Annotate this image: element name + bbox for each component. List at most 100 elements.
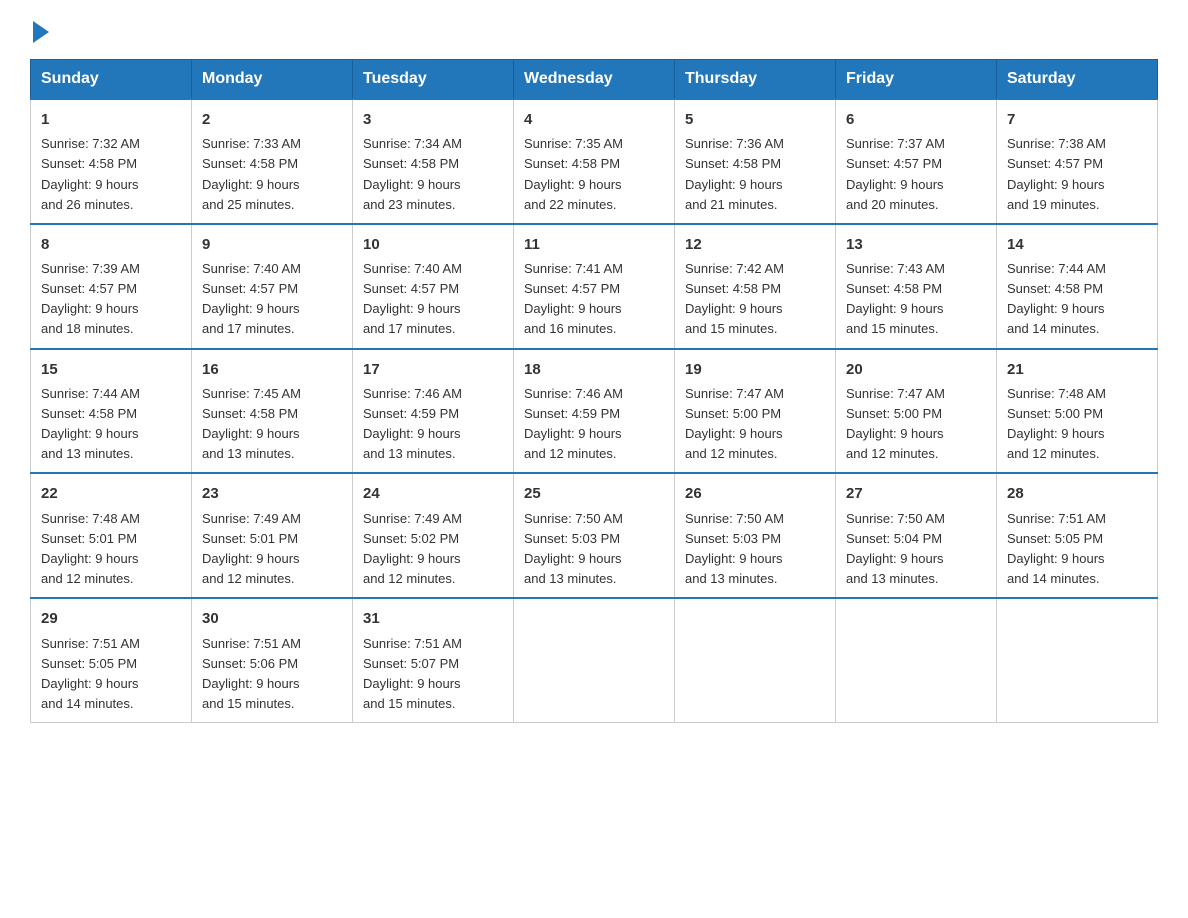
day-info: Sunrise: 7:51 AMSunset: 5:05 PMDaylight:… <box>41 636 140 711</box>
calendar-cell: 16 Sunrise: 7:45 AMSunset: 4:58 PMDayligh… <box>192 349 353 474</box>
calendar-week-row: 8Sunrise: 7:39 AMSunset: 4:57 PMDaylight… <box>31 224 1158 349</box>
header-thursday: Thursday <box>675 60 836 100</box>
day-info: Sunrise: 7:51 AMSunset: 5:05 PMDaylight:… <box>1007 511 1106 586</box>
calendar-cell: 30 Sunrise: 7:51 AMSunset: 5:06 PMDayligh… <box>192 598 353 722</box>
day-info: Sunrise: 7:33 AMSunset: 4:58 PMDaylight:… <box>202 136 301 211</box>
day-info: Sunrise: 7:40 AMSunset: 4:57 PMDaylight:… <box>363 261 462 336</box>
day-info: Sunrise: 7:38 AMSunset: 4:57 PMDaylight:… <box>1007 136 1106 211</box>
day-info: Sunrise: 7:42 AMSunset: 4:58 PMDaylight:… <box>685 261 784 336</box>
day-number: 13 <box>846 233 986 256</box>
day-info: Sunrise: 7:39 AMSunset: 4:57 PMDaylight:… <box>41 261 140 336</box>
day-number: 14 <box>1007 233 1147 256</box>
calendar-cell: 5 Sunrise: 7:36 AMSunset: 4:58 PMDaylight… <box>675 99 836 224</box>
day-info: Sunrise: 7:41 AMSunset: 4:57 PMDaylight:… <box>524 261 623 336</box>
day-info: Sunrise: 7:50 AMSunset: 5:04 PMDaylight:… <box>846 511 945 586</box>
calendar-cell <box>997 598 1158 722</box>
day-info: Sunrise: 7:51 AMSunset: 5:06 PMDaylight:… <box>202 636 301 711</box>
calendar-cell: 17 Sunrise: 7:46 AMSunset: 4:59 PMDayligh… <box>353 349 514 474</box>
day-number: 6 <box>846 108 986 131</box>
calendar-cell: 4 Sunrise: 7:35 AMSunset: 4:58 PMDaylight… <box>514 99 675 224</box>
calendar-cell: 24 Sunrise: 7:49 AMSunset: 5:02 PMDayligh… <box>353 473 514 598</box>
calendar-cell <box>836 598 997 722</box>
day-number: 17 <box>363 358 503 381</box>
header-saturday: Saturday <box>997 60 1158 100</box>
day-number: 7 <box>1007 108 1147 131</box>
calendar-cell: 10 Sunrise: 7:40 AMSunset: 4:57 PMDayligh… <box>353 224 514 349</box>
day-number: 10 <box>363 233 503 256</box>
day-number: 31 <box>363 607 503 630</box>
day-info: Sunrise: 7:51 AMSunset: 5:07 PMDaylight:… <box>363 636 462 711</box>
header-wednesday: Wednesday <box>514 60 675 100</box>
day-number: 11 <box>524 233 664 256</box>
calendar-cell: 21 Sunrise: 7:48 AMSunset: 5:00 PMDayligh… <box>997 349 1158 474</box>
day-info: Sunrise: 7:47 AMSunset: 5:00 PMDaylight:… <box>685 386 784 461</box>
day-number: 1 <box>41 108 181 131</box>
day-info: Sunrise: 7:49 AMSunset: 5:02 PMDaylight:… <box>363 511 462 586</box>
day-info: Sunrise: 7:36 AMSunset: 4:58 PMDaylight:… <box>685 136 784 211</box>
calendar-cell: 7 Sunrise: 7:38 AMSunset: 4:57 PMDaylight… <box>997 99 1158 224</box>
header-tuesday: Tuesday <box>353 60 514 100</box>
calendar-cell: 9Sunrise: 7:40 AMSunset: 4:57 PMDaylight… <box>192 224 353 349</box>
day-number: 19 <box>685 358 825 381</box>
calendar-cell: 15 Sunrise: 7:44 AMSunset: 4:58 PMDayligh… <box>31 349 192 474</box>
day-info: Sunrise: 7:44 AMSunset: 4:58 PMDaylight:… <box>41 386 140 461</box>
day-info: Sunrise: 7:40 AMSunset: 4:57 PMDaylight:… <box>202 261 301 336</box>
calendar-table: SundayMondayTuesdayWednesdayThursdayFrid… <box>30 59 1158 723</box>
calendar-cell: 27Sunrise: 7:50 AMSunset: 5:04 PMDayligh… <box>836 473 997 598</box>
calendar-cell: 29 Sunrise: 7:51 AMSunset: 5:05 PMDayligh… <box>31 598 192 722</box>
page-header <box>30 20 1158 39</box>
day-number: 24 <box>363 482 503 505</box>
day-number: 5 <box>685 108 825 131</box>
calendar-cell: 6 Sunrise: 7:37 AMSunset: 4:57 PMDaylight… <box>836 99 997 224</box>
day-info: Sunrise: 7:48 AMSunset: 5:00 PMDaylight:… <box>1007 386 1106 461</box>
day-number: 28 <box>1007 482 1147 505</box>
day-info: Sunrise: 7:50 AMSunset: 5:03 PMDaylight:… <box>685 511 784 586</box>
header-sunday: Sunday <box>31 60 192 100</box>
day-info: Sunrise: 7:35 AMSunset: 4:58 PMDaylight:… <box>524 136 623 211</box>
calendar-cell: 23Sunrise: 7:49 AMSunset: 5:01 PMDayligh… <box>192 473 353 598</box>
calendar-cell: 12 Sunrise: 7:42 AMSunset: 4:58 PMDayligh… <box>675 224 836 349</box>
logo <box>30 20 49 39</box>
day-info: Sunrise: 7:32 AMSunset: 4:58 PMDaylight:… <box>41 136 140 211</box>
calendar-week-row: 22Sunrise: 7:48 AMSunset: 5:01 PMDayligh… <box>31 473 1158 598</box>
day-number: 12 <box>685 233 825 256</box>
day-number: 4 <box>524 108 664 131</box>
calendar-cell: 28 Sunrise: 7:51 AMSunset: 5:05 PMDayligh… <box>997 473 1158 598</box>
logo-arrow-icon <box>33 21 49 43</box>
day-number: 15 <box>41 358 181 381</box>
calendar-cell: 31 Sunrise: 7:51 AMSunset: 5:07 PMDayligh… <box>353 598 514 722</box>
day-info: Sunrise: 7:44 AMSunset: 4:58 PMDaylight:… <box>1007 261 1106 336</box>
calendar-cell <box>514 598 675 722</box>
day-info: Sunrise: 7:46 AMSunset: 4:59 PMDaylight:… <box>363 386 462 461</box>
day-number: 29 <box>41 607 181 630</box>
day-number: 3 <box>363 108 503 131</box>
day-number: 2 <box>202 108 342 131</box>
calendar-cell: 19 Sunrise: 7:47 AMSunset: 5:00 PMDayligh… <box>675 349 836 474</box>
calendar-cell: 22Sunrise: 7:48 AMSunset: 5:01 PMDayligh… <box>31 473 192 598</box>
day-info: Sunrise: 7:34 AMSunset: 4:58 PMDaylight:… <box>363 136 462 211</box>
day-number: 16 <box>202 358 342 381</box>
day-info: Sunrise: 7:45 AMSunset: 4:58 PMDaylight:… <box>202 386 301 461</box>
day-number: 25 <box>524 482 664 505</box>
calendar-cell: 13Sunrise: 7:43 AMSunset: 4:58 PMDayligh… <box>836 224 997 349</box>
calendar-cell: 20 Sunrise: 7:47 AMSunset: 5:00 PMDayligh… <box>836 349 997 474</box>
calendar-week-row: 15 Sunrise: 7:44 AMSunset: 4:58 PMDayligh… <box>31 349 1158 474</box>
calendar-header-row: SundayMondayTuesdayWednesdayThursdayFrid… <box>31 60 1158 100</box>
day-info: Sunrise: 7:46 AMSunset: 4:59 PMDaylight:… <box>524 386 623 461</box>
day-number: 30 <box>202 607 342 630</box>
day-number: 21 <box>1007 358 1147 381</box>
calendar-cell: 2 Sunrise: 7:33 AMSunset: 4:58 PMDaylight… <box>192 99 353 224</box>
day-number: 20 <box>846 358 986 381</box>
day-number: 18 <box>524 358 664 381</box>
calendar-cell: 14 Sunrise: 7:44 AMSunset: 4:58 PMDayligh… <box>997 224 1158 349</box>
day-info: Sunrise: 7:48 AMSunset: 5:01 PMDaylight:… <box>41 511 140 586</box>
day-number: 23 <box>202 482 342 505</box>
day-info: Sunrise: 7:37 AMSunset: 4:57 PMDaylight:… <box>846 136 945 211</box>
calendar-cell: 8Sunrise: 7:39 AMSunset: 4:57 PMDaylight… <box>31 224 192 349</box>
day-info: Sunrise: 7:47 AMSunset: 5:00 PMDaylight:… <box>846 386 945 461</box>
calendar-cell: 18 Sunrise: 7:46 AMSunset: 4:59 PMDayligh… <box>514 349 675 474</box>
calendar-cell: 11 Sunrise: 7:41 AMSunset: 4:57 PMDayligh… <box>514 224 675 349</box>
calendar-cell <box>675 598 836 722</box>
calendar-week-row: 29 Sunrise: 7:51 AMSunset: 5:05 PMDayligh… <box>31 598 1158 722</box>
day-number: 26 <box>685 482 825 505</box>
